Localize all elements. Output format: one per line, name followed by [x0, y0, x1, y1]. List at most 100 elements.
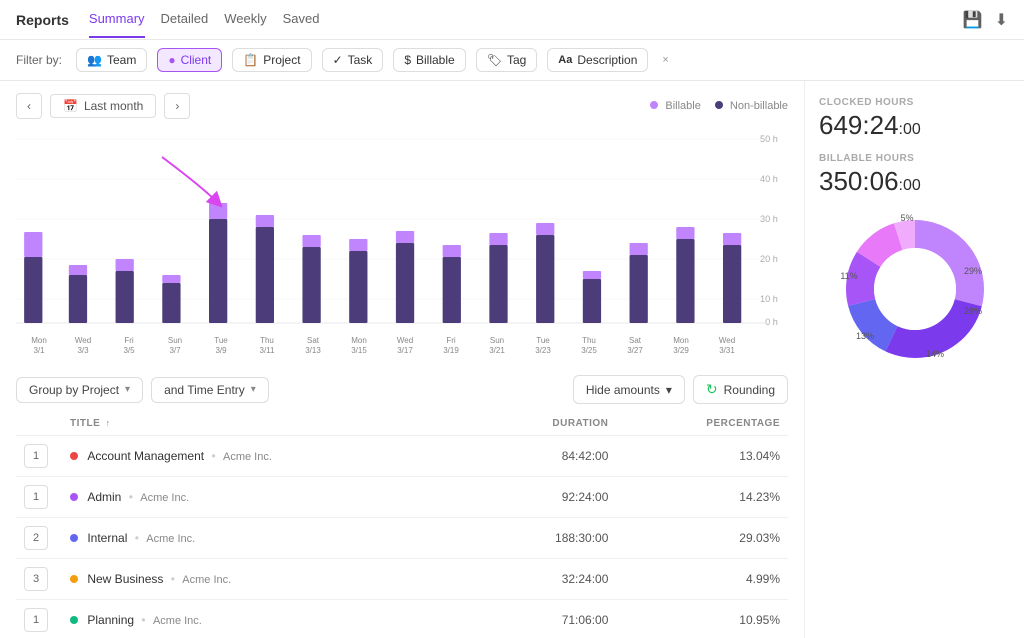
row-title-cell: Account Management • Acme Inc. — [62, 436, 479, 477]
nav-tabs: Summary Detailed Weekly Saved — [89, 1, 320, 38]
chart-area: ‹ 📅 Last month › Billable Non-billa — [0, 81, 804, 365]
svg-text:3/9: 3/9 — [215, 346, 227, 355]
project-dot — [70, 452, 78, 460]
svg-text:Sun: Sun — [490, 336, 504, 345]
billable-label: BILLABLE HOURS — [819, 153, 1010, 164]
svg-text:11%: 11% — [840, 271, 857, 281]
rounding-button[interactable]: ↻ Rounding — [693, 375, 788, 404]
download-icon-button[interactable]: ⬇ — [995, 10, 1008, 30]
project-dot — [70, 493, 78, 501]
group-by-button[interactable]: Group by Project ▾ — [16, 377, 143, 403]
clocked-hours-section: CLOCKED HOURS 649:24:00 — [819, 97, 1010, 141]
filter-description[interactable]: Aa Description — [547, 48, 648, 72]
data-table: TITLE ↑ DURATION PERCENTAGE 1 A — [16, 412, 788, 638]
date-range-button[interactable]: 📅 Last month — [50, 94, 156, 118]
svg-text:5%: 5% — [900, 213, 913, 223]
project-icon: 📋 — [243, 53, 258, 67]
clocked-value: 649:24:00 — [819, 110, 1010, 141]
group-by-caret: ▾ — [125, 384, 130, 395]
svg-text:3/21: 3/21 — [489, 346, 505, 355]
svg-text:3/7: 3/7 — [169, 346, 181, 355]
rounding-icon: ↻ — [706, 381, 718, 398]
filter-billable[interactable]: $ Billable — [393, 48, 465, 72]
row-title-cell: Internal • Acme Inc. — [62, 518, 479, 559]
hide-amounts-caret: ▾ — [666, 383, 672, 397]
billable-hours-section: BILLABLE HOURS 350:06:00 — [819, 153, 1010, 197]
th-duration[interactable]: DURATION — [479, 412, 617, 436]
svg-text:28%: 28% — [963, 306, 981, 316]
table-area: Group by Project ▾ and Time Entry ▾ Hide… — [0, 365, 804, 638]
tab-weekly[interactable]: Weekly — [224, 1, 266, 38]
tab-summary[interactable]: Summary — [89, 1, 145, 38]
row-num-cell: 2 — [16, 518, 62, 559]
svg-text:3/11: 3/11 — [260, 346, 276, 355]
svg-text:Sat: Sat — [629, 336, 642, 345]
svg-text:3/17: 3/17 — [397, 346, 413, 355]
row-percentage-cell: 4.99% — [616, 559, 788, 600]
row-duration-cell: 84:42:00 — [479, 436, 617, 477]
th-percentage[interactable]: PERCENTAGE — [616, 412, 788, 436]
filter-bar: Filter by: 👥 Team ● Client 📋 Project ✓ T… — [0, 40, 1024, 81]
hide-amounts-button[interactable]: Hide amounts ▾ — [573, 375, 685, 404]
svg-text:3/19: 3/19 — [443, 346, 459, 355]
table-row: 1 Admin • Acme Inc. 92:24:00 14.23% — [16, 477, 788, 518]
tab-detailed[interactable]: Detailed — [161, 1, 209, 38]
non-billable-legend-dot — [715, 101, 723, 109]
row-num-cell: 1 — [16, 477, 62, 518]
sort-icon: ↑ — [106, 418, 111, 428]
table-row: 1 Planning • Acme Inc. 71:06:00 10.95% — [16, 600, 788, 638]
next-period-button[interactable]: › — [164, 93, 190, 119]
svg-text:3/29: 3/29 — [673, 346, 689, 355]
app-container: Reports Summary Detailed Weekly Saved 💾 … — [0, 0, 1024, 638]
table-row: 3 New Business • Acme Inc. 32:24:00 4.99… — [16, 559, 788, 600]
billable-legend: Billable — [650, 100, 701, 112]
row-percentage-cell: 10.95% — [616, 600, 788, 638]
svg-text:Tue: Tue — [214, 336, 228, 345]
tag-icon: 🏷 — [487, 53, 502, 67]
filter-project[interactable]: 📋 Project — [232, 48, 311, 72]
row-num-cell: 1 — [16, 436, 62, 477]
table-body: 1 Account Management • Acme Inc. 84:42:0… — [16, 436, 788, 638]
time-entry-caret: ▾ — [251, 384, 256, 395]
svg-text:3/13: 3/13 — [305, 346, 321, 355]
calendar-icon: 📅 — [63, 99, 78, 113]
project-dot — [70, 575, 78, 583]
filter-client[interactable]: ● Client — [157, 48, 222, 72]
th-num — [16, 412, 62, 436]
svg-text:Thu: Thu — [260, 336, 274, 345]
filter-task[interactable]: ✓ Task — [322, 48, 384, 72]
filter-team[interactable]: 👥 Team — [76, 48, 147, 72]
filter-tag[interactable]: 🏷 Tag — [476, 48, 538, 72]
table-header: TITLE ↑ DURATION PERCENTAGE — [16, 412, 788, 436]
th-title[interactable]: TITLE ↑ — [62, 412, 479, 436]
x-axis-svg: Mon 3/1 Wed 3/3 Fri 3/5 Sun 3/7 Tue 3/9 … — [16, 333, 788, 361]
right-panel: CLOCKED HOURS 649:24:00 BILLABLE HOURS 3… — [804, 81, 1024, 638]
tab-saved[interactable]: Saved — [283, 1, 320, 38]
top-nav: Reports Summary Detailed Weekly Saved 💾 … — [0, 0, 1024, 40]
svg-text:0 h: 0 h — [765, 317, 778, 327]
save-icon-button[interactable]: 💾 — [963, 10, 983, 30]
filter-close[interactable]: × — [662, 54, 668, 66]
svg-text:3/23: 3/23 — [535, 346, 551, 355]
row-title-cell: Admin • Acme Inc. — [62, 477, 479, 518]
clocked-label: CLOCKED HOURS — [819, 97, 1010, 108]
chart-legend: Billable Non-billable — [650, 100, 788, 112]
svg-text:13%: 13% — [855, 331, 873, 341]
row-percentage-cell: 14.23% — [616, 477, 788, 518]
billable-icon: $ — [404, 53, 411, 67]
time-entry-button[interactable]: and Time Entry ▾ — [151, 377, 269, 403]
team-icon: 👥 — [87, 53, 102, 67]
task-icon: ✓ — [333, 53, 343, 67]
svg-text:Wed: Wed — [397, 336, 413, 345]
svg-text:Wed: Wed — [719, 336, 735, 345]
billable-legend-dot — [650, 101, 658, 109]
prev-period-button[interactable]: ‹ — [16, 93, 42, 119]
bar-chart: 50 h 40 h 30 h 20 h 10 h 0 h — [16, 127, 788, 327]
billable-value: 350:06:00 — [819, 166, 1010, 197]
row-percentage-cell: 13.04% — [616, 436, 788, 477]
row-duration-cell: 92:24:00 — [479, 477, 617, 518]
svg-text:3/25: 3/25 — [581, 346, 597, 355]
project-dot — [70, 534, 78, 542]
donut-svg: 29% 28% 14% 13% 11% 5% — [835, 209, 995, 369]
svg-text:Mon: Mon — [351, 336, 367, 345]
